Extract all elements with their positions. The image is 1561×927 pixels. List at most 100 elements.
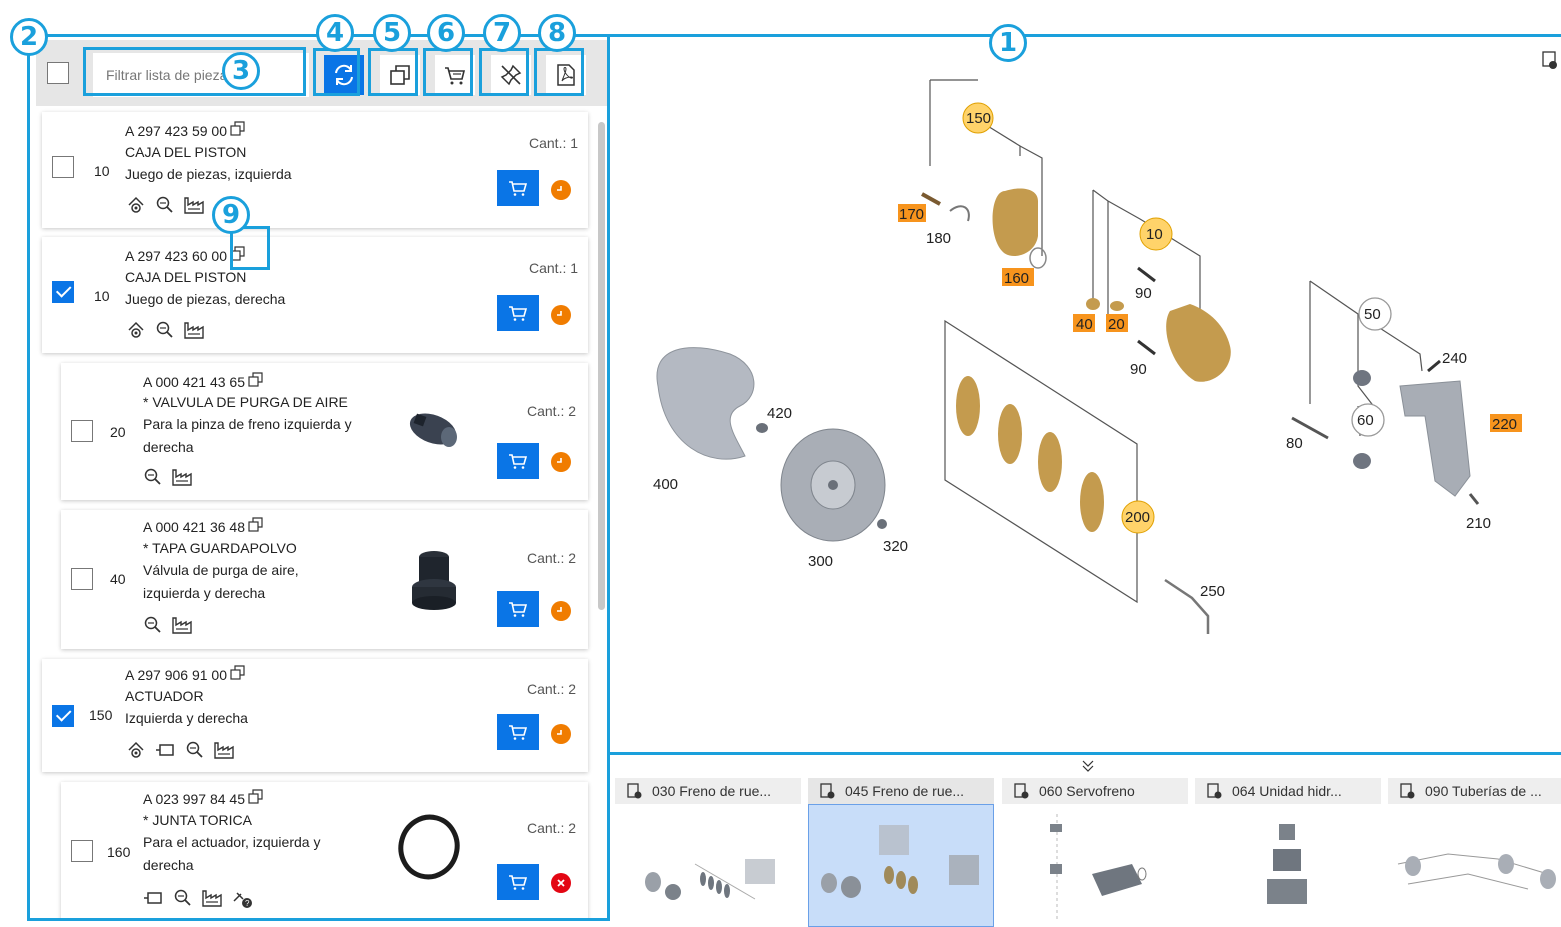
- availability-clock-icon: [551, 180, 571, 200]
- factory-icon[interactable]: [171, 615, 193, 635]
- callout-320[interactable]: 320: [883, 538, 908, 555]
- part-description: derecha: [143, 439, 194, 455]
- valve-thumbnail: [409, 413, 457, 447]
- magnifier-icon[interactable]: [143, 615, 163, 635]
- part-name: * JUNTA TORICA: [143, 812, 252, 828]
- availability-clock-icon: [551, 601, 571, 621]
- part-description: Para el actuador, izquierda y: [143, 834, 321, 850]
- callout-220[interactable]: 220: [1492, 416, 1517, 433]
- diagram-info-icon[interactable]: [1542, 51, 1557, 69]
- callout-60[interactable]: 60: [1357, 412, 1374, 429]
- copy-part-number-icon[interactable]: [248, 789, 264, 805]
- view-thumbnail: [1267, 824, 1307, 904]
- select-all-checkbox[interactable]: [47, 62, 69, 84]
- part-checkbox[interactable]: [71, 568, 93, 590]
- callout-240[interactable]: 240: [1442, 350, 1467, 367]
- callout-50[interactable]: 50: [1364, 306, 1381, 323]
- factory-icon[interactable]: [171, 467, 193, 487]
- copy-part-number-icon[interactable]: [248, 372, 264, 388]
- part-position: 10: [94, 163, 110, 179]
- callout-10[interactable]: 10: [1146, 226, 1163, 243]
- callout-170[interactable]: 170: [899, 206, 924, 223]
- part-position: 20: [110, 424, 126, 440]
- exploded-view-diagram[interactable]: 150 170 180 160 10 90 40 20 90 50 60 80 …: [610, 36, 1561, 750]
- callout-180[interactable]: 180: [926, 230, 951, 247]
- magnifier-icon[interactable]: [185, 740, 205, 760]
- part-card[interactable]: 10 A 297 423 59 00 CAJA DEL PISTON Juego…: [42, 112, 588, 228]
- part-card[interactable]: 40 A 000 421 36 48 * TAPA GUARDAPOLVO Vá…: [61, 510, 588, 649]
- gear-lupe-icon[interactable]: [125, 194, 147, 216]
- callout-300[interactable]: 300: [808, 553, 833, 570]
- callout-90-top[interactable]: 90: [1135, 285, 1152, 302]
- callout-3: 3: [222, 52, 260, 90]
- part-card[interactable]: 150 A 297 906 91 00 ACTUADOR Izquierda y…: [42, 659, 588, 772]
- part-number: A 297 423 59 00: [125, 121, 246, 139]
- collapse-chevron-icon[interactable]: [1080, 758, 1096, 774]
- part-cart-button[interactable]: [497, 591, 539, 627]
- part-checkbox[interactable]: [52, 281, 74, 303]
- callout-250[interactable]: 250: [1200, 583, 1225, 600]
- part-card[interactable]: 160 A 023 997 84 45 * JUNTA TORICA Para …: [61, 782, 588, 920]
- view-tab[interactable]: 030 Freno de rue...: [615, 778, 801, 927]
- part-cart-button[interactable]: [497, 864, 539, 900]
- magnifier-icon[interactable]: [155, 320, 175, 340]
- callout-200[interactable]: 200: [1125, 509, 1150, 526]
- magnifier-icon[interactable]: [173, 888, 193, 908]
- copy-part-number-icon[interactable]: [230, 665, 246, 681]
- gear-lupe-icon[interactable]: [125, 739, 147, 761]
- callout-210[interactable]: 210: [1466, 515, 1491, 532]
- parts-list-scrollbar[interactable]: [598, 122, 605, 610]
- view-tab-label: 045 Freno de rue...: [845, 783, 965, 799]
- clear-selection-button[interactable]: [491, 55, 531, 95]
- factory-icon[interactable]: [213, 740, 235, 760]
- part-cart-button[interactable]: [497, 714, 539, 750]
- magnifier-icon[interactable]: [155, 195, 175, 215]
- availability-clock-icon: [551, 305, 571, 325]
- callout-20[interactable]: 20: [1108, 316, 1125, 333]
- copy-button[interactable]: [380, 55, 420, 95]
- callout-150[interactable]: 150: [966, 110, 991, 127]
- part-cart-button[interactable]: [497, 443, 539, 479]
- export-pdf-button[interactable]: [546, 55, 586, 95]
- part-checkbox[interactable]: [71, 420, 93, 442]
- factory-icon[interactable]: [201, 888, 223, 908]
- part-checkbox[interactable]: [52, 705, 74, 727]
- connector-icon[interactable]: [155, 741, 177, 759]
- add-to-cart-button[interactable]: [435, 55, 475, 95]
- gear-lupe-icon[interactable]: [125, 319, 147, 341]
- cable-question-icon[interactable]: ?: [231, 887, 253, 909]
- view-tab[interactable]: 090 Tuberías de ...: [1388, 778, 1561, 927]
- copy-part-number-icon[interactable]: [230, 121, 246, 137]
- copy-part-number-icon[interactable]: [230, 246, 246, 262]
- view-tab[interactable]: 064 Unidad hidr...: [1195, 778, 1381, 927]
- filter-parts-input[interactable]: [93, 53, 309, 97]
- callout-400[interactable]: 400: [653, 476, 678, 493]
- factory-icon[interactable]: [183, 195, 205, 215]
- svg-text:?: ?: [245, 899, 250, 908]
- callout-420[interactable]: 420: [767, 405, 792, 422]
- refresh-button[interactable]: [324, 55, 364, 95]
- part-checkbox[interactable]: [71, 840, 93, 862]
- part-card[interactable]: 20 A 000 421 43 65 * VALVULA DE PURGA DE…: [61, 363, 588, 500]
- view-doc-icon: [1400, 783, 1415, 799]
- view-tab[interactable]: 060 Servofreno: [1002, 778, 1188, 927]
- view-doc-icon: [1207, 783, 1222, 799]
- part-description: derecha: [143, 857, 194, 873]
- connector-icon[interactable]: [143, 889, 165, 907]
- part-card[interactable]: 10 A 297 423 60 00 CAJA DEL PISTON Juego…: [42, 237, 588, 353]
- part-cart-button[interactable]: [497, 295, 539, 331]
- cart-icon: [509, 181, 528, 196]
- callout-160[interactable]: 160: [1004, 270, 1029, 287]
- callout-90-bottom[interactable]: 90: [1130, 361, 1147, 378]
- factory-icon[interactable]: [183, 320, 205, 340]
- copy-part-number-icon[interactable]: [248, 517, 264, 533]
- part-cart-button[interactable]: [497, 170, 539, 206]
- part-position: 10: [94, 288, 110, 304]
- callout-80[interactable]: 80: [1286, 435, 1303, 452]
- part-number: A 297 906 91 00: [125, 665, 246, 683]
- view-tab[interactable]: 045 Freno de rue...: [808, 778, 994, 927]
- part-checkbox[interactable]: [52, 156, 74, 178]
- magnifier-icon[interactable]: [143, 467, 163, 487]
- callout-40[interactable]: 40: [1076, 316, 1093, 333]
- availability-clock-icon: [551, 724, 571, 744]
